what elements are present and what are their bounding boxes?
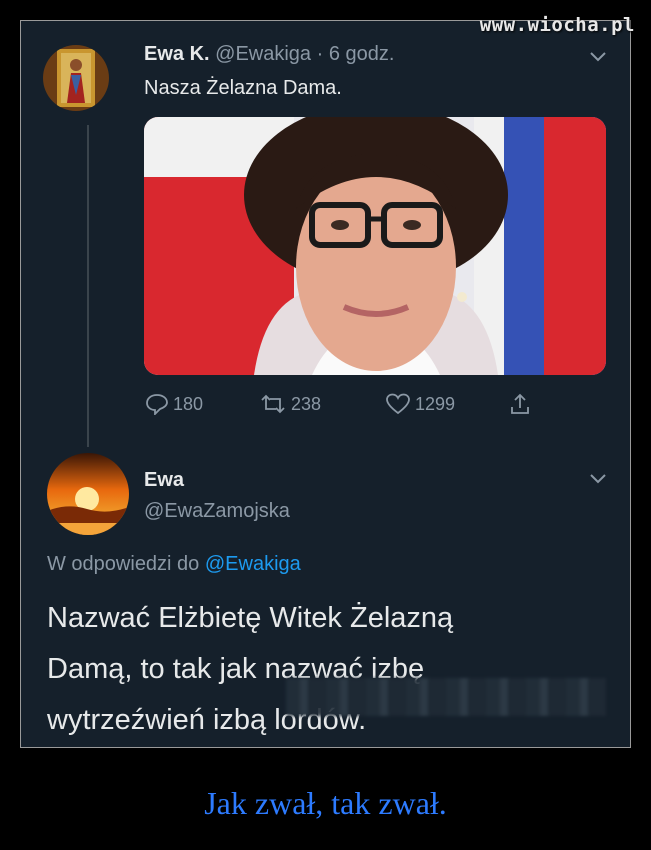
blurred-overlay (286, 678, 606, 716)
author-handle[interactable]: @Ewakiga (215, 43, 311, 65)
watermark: www.wiocha.pl (479, 14, 635, 36)
reply-text: Nazwać Elżbietę Witek Żelazną Damą, to t… (47, 593, 453, 746)
replying-to-link[interactable]: @Ewakiga (205, 553, 301, 575)
reply-icon (146, 394, 168, 415)
like-icon (386, 393, 410, 415)
tweet-screenshot: Ewa K. @Ewakiga · 6 godz. Nasza Żelazna … (20, 20, 631, 748)
chevron-down-icon[interactable] (589, 51, 607, 63)
reply-count: 180 (173, 393, 204, 414)
tweet-text: Nasza Żelazna Dama. (144, 77, 342, 99)
tweet-time[interactable]: · 6 godz. (317, 43, 395, 65)
tweet-photo[interactable] (144, 117, 606, 375)
reply-author-name[interactable]: Ewa (144, 469, 184, 492)
retweet-count: 238 (291, 393, 322, 414)
avatar-ewazamojska[interactable] (47, 453, 129, 535)
meme-caption: Jak zwał, tak zwał. (204, 785, 447, 821)
like-count: 1299 (415, 393, 456, 414)
retweet-action[interactable]: 238 (259, 393, 321, 415)
like-action[interactable]: 1299 (385, 393, 455, 415)
replying-to-label: W odpowiedzi do (47, 553, 200, 575)
share-action[interactable] (509, 392, 531, 416)
avatar-ewakiga[interactable] (43, 45, 109, 111)
chevron-down-icon[interactable] (589, 473, 607, 485)
share-icon (511, 393, 529, 414)
reply-author-handle[interactable]: @EwaZamojska (144, 500, 290, 523)
tweet-actions: 180 238 1299 (21, 391, 630, 417)
author-line: Ewa K. @Ewakiga · 6 godz. (144, 43, 394, 66)
author-name[interactable]: Ewa K. (144, 43, 210, 65)
replying-to: W odpowiedzi do @Ewakiga (47, 553, 301, 576)
reply-text-line: Nazwać Elżbietę Witek Żelazną (47, 602, 454, 634)
retweet-icon (261, 394, 285, 414)
reply-action[interactable]: 180 (145, 393, 203, 415)
